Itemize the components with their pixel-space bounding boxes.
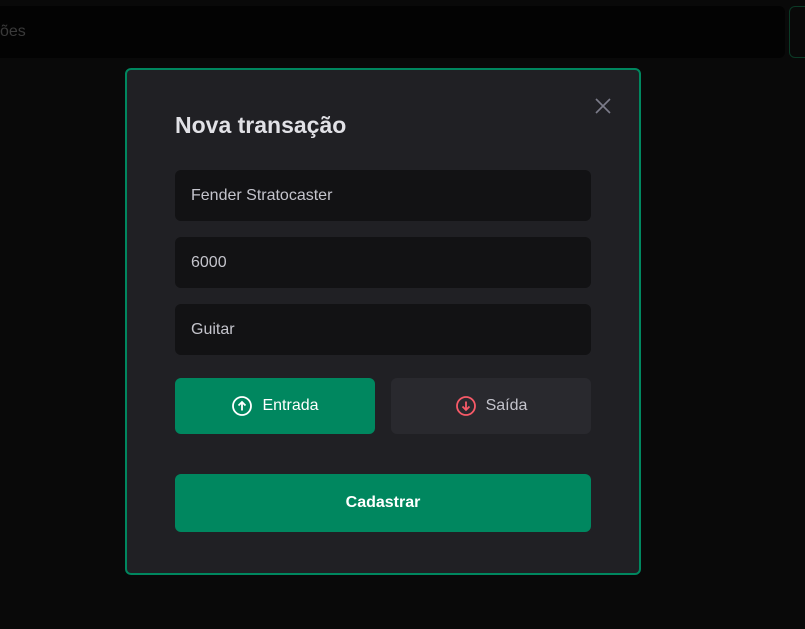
new-transaction-modal: Nova transação Entrada Saída Cadastrar bbox=[125, 68, 641, 575]
income-label: Entrada bbox=[262, 397, 319, 414]
income-type-button[interactable]: Entrada bbox=[175, 378, 375, 434]
arrow-circle-down-icon bbox=[455, 396, 476, 416]
background-search-input: ões bbox=[0, 6, 785, 58]
description-input[interactable] bbox=[175, 170, 591, 221]
modal-title: Nova transação bbox=[175, 112, 347, 138]
price-input[interactable] bbox=[175, 237, 591, 288]
arrow-circle-up-icon bbox=[232, 396, 253, 416]
submit-button[interactable]: Cadastrar bbox=[175, 474, 591, 532]
outcome-label: Saída bbox=[485, 397, 528, 414]
category-input[interactable] bbox=[175, 304, 591, 355]
outcome-type-button[interactable]: Saída bbox=[391, 378, 591, 434]
background-search-button bbox=[789, 6, 805, 58]
close-icon[interactable] bbox=[593, 96, 613, 116]
